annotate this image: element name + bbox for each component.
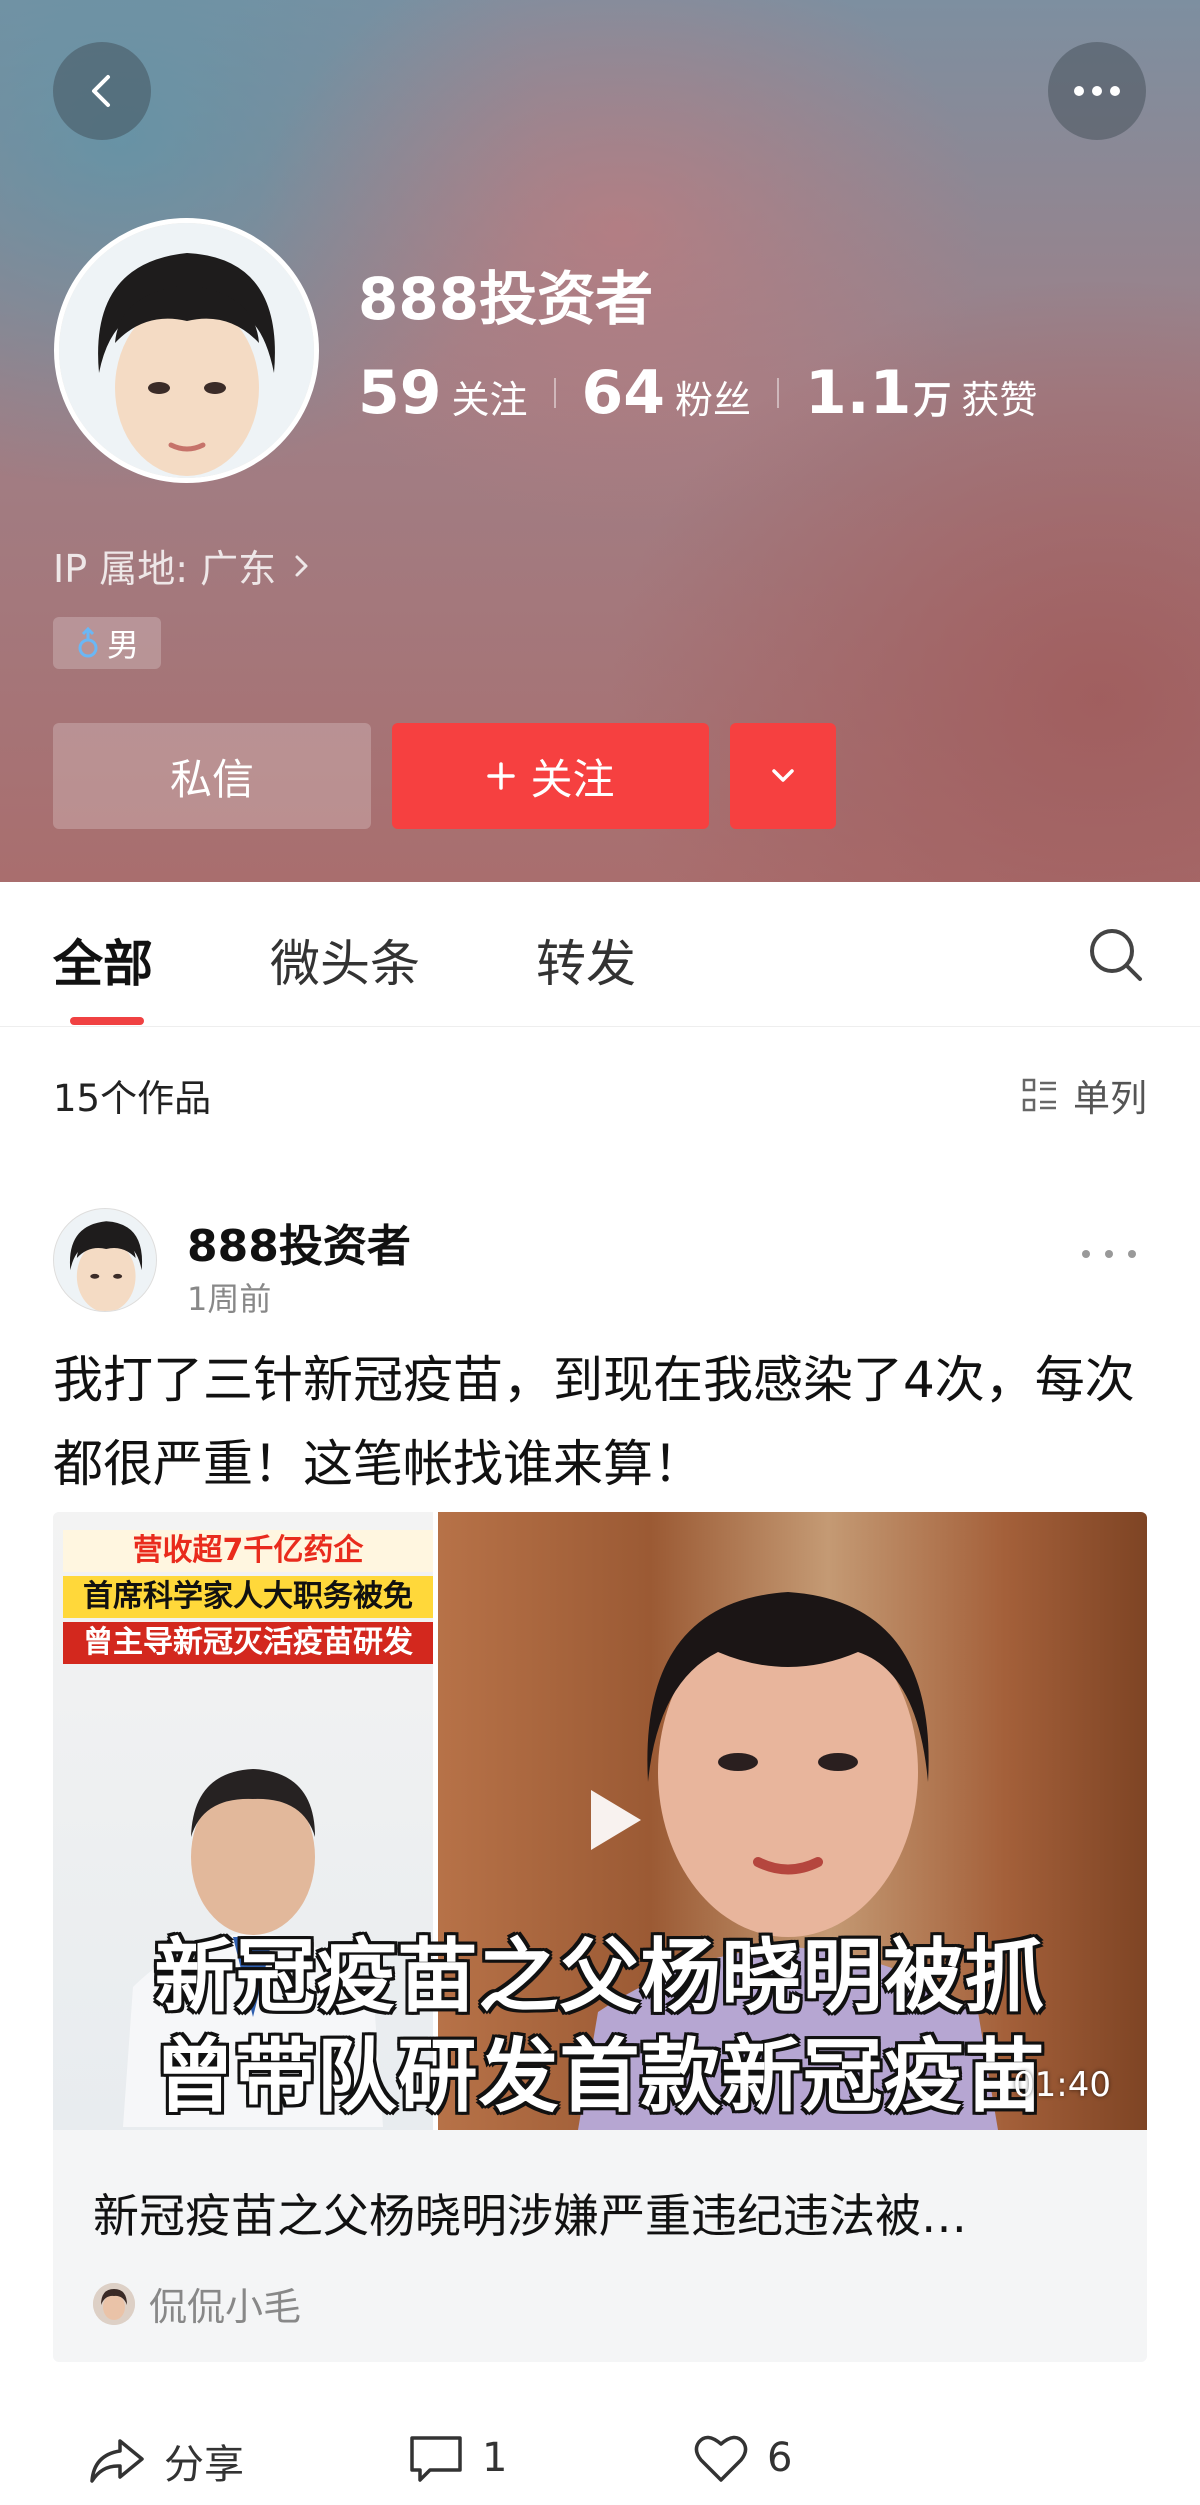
comment-button[interactable]: 1 [408,2432,507,2484]
gender-tag: 男 [53,617,161,669]
direct-message-button[interactable]: 私信 [53,723,371,829]
comment-icon [410,2436,462,2482]
chevron-right-icon [295,555,308,576]
post-author-name[interactable]: 888投资者 [187,1210,411,1274]
source-name: 侃侃小毛 [149,2285,302,2329]
thumb-caption: 曾带队研发首款新冠疫苗 [154,2030,1046,2123]
heart-icon [694,2435,748,2482]
shared-video-card[interactable]: 营收超7千亿药企 首席科学家人大职务被免 曾主导新冠灭活疫苗研发 新冠疫苗之父杨… [53,1512,1147,2362]
view-mode-toggle[interactable]: 单列 [1021,1068,1147,1122]
content-tabs: 全部 微头条 转发 [0,882,1200,1027]
share-button[interactable]: 分享 [88,2432,244,2490]
active-tab-indicator [70,1017,144,1025]
thumb-headline: 曾主导新冠灭活疫苗研发 [63,1622,433,1664]
plus-icon [487,762,516,790]
thumb-headline: 首席科学家人大职务被免 [63,1576,433,1618]
profile-name: 888投资者 [358,265,654,333]
like-count: 6 [767,2435,793,2481]
more-options-button[interactable] [1048,42,1146,140]
ip-location-link[interactable]: IP 属地: 广东 [53,538,316,593]
profile-stats: 59 关注 64 粉丝 1.1 万 获赞 [358,358,1037,428]
likes-count: 1.1 [805,358,912,428]
list-view-icon [1022,1078,1056,1112]
dot [1082,1250,1090,1258]
stat-divider [553,378,556,408]
following-label[interactable]: 关注 [452,369,528,424]
tab-reposts[interactable]: 转发 [536,924,636,996]
thumb-caption: 新冠疫苗之父杨晓明被抓 [154,1930,1046,2023]
video-title[interactable]: 新冠疫苗之父杨晓明涉嫌严重违纪违法被… [93,2180,1107,2246]
follow-button[interactable]: 关注 [392,723,709,829]
post-more-button[interactable] [1082,1244,1136,1264]
stat-divider [777,378,780,408]
post-text[interactable]: 我打了三针新冠疫苗，到现在我感染了4次，每次都很严重！这笔帐找谁来算！ [53,1338,1147,1506]
ip-location-text: IP 属地: 广东 [53,547,277,591]
comment-count: 1 [482,2435,508,2481]
follow-label: 关注 [530,754,615,804]
followers-count[interactable]: 64 [582,358,666,428]
gender-label: 男 [106,626,139,664]
dot [1105,1250,1113,1258]
more-horizontal-icon [1074,86,1120,96]
thumb-headline: 营收超7千亿药企 [63,1530,433,1572]
male-icon [78,627,98,658]
tab-all[interactable]: 全部 [53,924,153,996]
video-source[interactable]: 侃侃小毛 [93,2276,301,2331]
play-button[interactable] [563,1772,659,1868]
video-thumbnail[interactable]: 营收超7千亿药企 首席科学家人大职务被免 曾主导新冠灭活疫苗研发 新冠疫苗之父杨… [53,1512,1147,2130]
like-button[interactable]: 6 [693,2432,792,2484]
works-summary-row: 15个作品 单列 [53,1070,1147,1120]
works-count: 15个作品 [53,1077,212,1120]
recommend-dropdown-button[interactable] [730,723,836,829]
share-label: 分享 [164,2442,244,2488]
source-avatar [93,2282,135,2325]
likes-label: 获赞 [961,378,1038,422]
search-icon[interactable] [1084,923,1146,985]
profile-avatar[interactable] [54,218,319,483]
share-icon [90,2439,144,2483]
post-timestamp: 1周前 [187,1280,272,1318]
post-author-avatar[interactable] [53,1208,157,1312]
profile-header: 888投资者 59 关注 64 粉丝 1.1 万 获赞 IP 属地: 广东 男 … [0,0,1200,882]
following-count[interactable]: 59 [358,358,442,428]
play-icon [591,1790,641,1850]
chevron-left-icon [92,75,110,107]
video-duration: 01:40 [1013,2065,1111,2105]
tab-micro-posts[interactable]: 微头条 [270,924,420,996]
likes-unit: 万 [913,378,952,422]
dot [1128,1250,1136,1258]
back-button[interactable] [53,42,151,140]
followers-label[interactable]: 粉丝 [675,369,751,424]
post-action-bar: 分享 1 6 [0,2432,1200,2502]
view-mode-label: 单列 [1073,1077,1147,1120]
chevron-down-icon [772,769,794,782]
